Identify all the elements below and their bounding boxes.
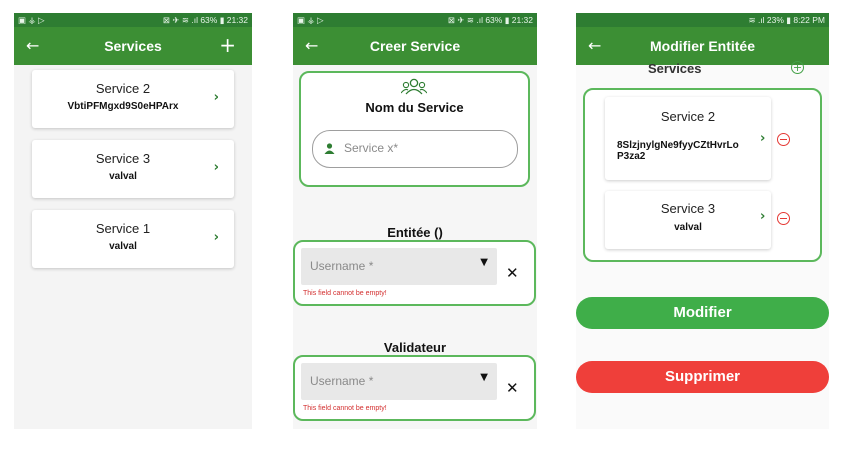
- delete-button[interactable]: Supprimer: [576, 361, 829, 393]
- status-icons-right: ⊠ ✈ ≋ .ıl 63% ▮ 21:32: [447, 15, 533, 25]
- screen-create-service: ▣ ⚶ ▷ ⊠ ✈ ≋ .ıl 63% ▮ 21:32 ← Creer Serv…: [293, 13, 537, 429]
- services-box: Service 2 8SlzjnylgNe9fyyCZtHvrLo P3za2 …: [583, 88, 822, 262]
- status-icons-left: ▣ ⚶ ▷: [297, 15, 324, 25]
- entity-heading: Entitée (): [387, 225, 443, 240]
- page-title: Modifier Entitée: [649, 38, 755, 54]
- service-name: Service 1: [95, 221, 151, 236]
- service-name-placeholder: Service x*: [344, 141, 399, 155]
- service-card[interactable]: Service 3 valval ›: [605, 191, 771, 249]
- service-detail: valval: [109, 241, 137, 252]
- service-name: Service 2: [95, 81, 151, 96]
- status-icons-left: ▣ ⚶ ▷: [18, 15, 45, 25]
- service-card[interactable]: Service 1 valval ›: [32, 210, 234, 268]
- service-name-heading: Nom du Service: [365, 100, 464, 115]
- add-icon[interactable]: +: [219, 33, 236, 57]
- modify-button[interactable]: Modifier: [576, 297, 829, 329]
- services-label: Services: [648, 61, 702, 76]
- chevron-right-icon[interactable]: ›: [214, 90, 219, 105]
- service-detail: VbtiPFMgxd9S0eHPArx: [67, 101, 179, 112]
- close-icon[interactable]: ✕: [506, 264, 519, 282]
- chevron-right-icon[interactable]: ›: [760, 131, 765, 146]
- page-title: Services: [104, 38, 162, 54]
- entity-username-dropdown[interactable]: Username * ▼: [301, 248, 497, 285]
- service-name-field[interactable]: Service x*: [312, 130, 518, 168]
- remove-circle-icon[interactable]: [777, 133, 790, 146]
- person-icon: [324, 143, 335, 154]
- chevron-right-icon[interactable]: ›: [214, 160, 219, 175]
- validator-box: Username * ▼ ✕ This field cannot be empt…: [293, 355, 536, 421]
- caret-down-icon: ▼: [480, 372, 488, 383]
- dropdown-placeholder: Username *: [310, 374, 374, 388]
- validator-username-dropdown[interactable]: Username * ▼: [301, 363, 497, 400]
- page-title: Creer Service: [369, 38, 461, 54]
- service-name: Service 3: [95, 151, 151, 166]
- error-message: This field cannot be empty!: [303, 405, 387, 412]
- status-bar: ▣ ⚶ ▷ ⊠ ✈ ≋ .ıl 63% ▮ 21:32: [293, 13, 537, 27]
- screen-modify-entity: ≋ .ıl 23% ▮ 8:22 PM ← Modifier Entitée S…: [576, 13, 829, 429]
- error-message: This field cannot be empty!: [303, 290, 387, 297]
- status-bar: ≋ .ıl 23% ▮ 8:22 PM: [576, 13, 829, 27]
- service-detail: valval: [674, 222, 702, 233]
- service-card[interactable]: Service 3 valval ›: [32, 140, 234, 198]
- app-bar: ← Creer Service: [293, 27, 537, 65]
- remove-circle-icon[interactable]: [777, 212, 790, 225]
- group-users-icon: [401, 78, 427, 95]
- service-detail: 8SlzjnylgNe9fyyCZtHvrLo P3za2: [617, 140, 739, 162]
- status-bar: ▣ ⚶ ▷ ⊠ ✈ ≋ .ıl 63% ▮ 21:32: [14, 13, 252, 27]
- close-icon[interactable]: ✕: [506, 379, 519, 397]
- caret-down-icon: ▼: [480, 257, 488, 268]
- add-circle-icon[interactable]: +: [791, 61, 804, 74]
- service-name: Service 2: [660, 109, 716, 124]
- screen-services-list: ▣ ⚶ ▷ ⊠ ✈ ≋ .ıl 63% ▮ 21:32 ← Services +…: [14, 13, 252, 429]
- validator-heading: Validateur: [383, 340, 447, 355]
- status-icons-right: ≋ .ıl 23% ▮ 8:22 PM: [748, 15, 825, 25]
- entity-box: Username * ▼ ✕ This field cannot be empt…: [293, 240, 536, 306]
- dropdown-placeholder: Username *: [310, 259, 374, 273]
- service-card[interactable]: Service 2 VbtiPFMgxd9S0eHPArx ›: [32, 70, 234, 128]
- status-icons-right: ⊠ ✈ ≋ .ıl 63% ▮ 21:32: [162, 15, 248, 25]
- chevron-right-icon[interactable]: ›: [760, 209, 765, 224]
- service-name: Service 3: [660, 201, 716, 216]
- app-bar: ← Modifier Entitée: [576, 27, 829, 65]
- chevron-right-icon[interactable]: ›: [214, 230, 219, 245]
- service-name-box: Nom du Service Service x*: [299, 71, 530, 187]
- service-card[interactable]: Service 2 8SlzjnylgNe9fyyCZtHvrLo P3za2 …: [605, 97, 771, 180]
- app-bar: ← Services +: [14, 27, 252, 65]
- service-detail: valval: [109, 171, 137, 182]
